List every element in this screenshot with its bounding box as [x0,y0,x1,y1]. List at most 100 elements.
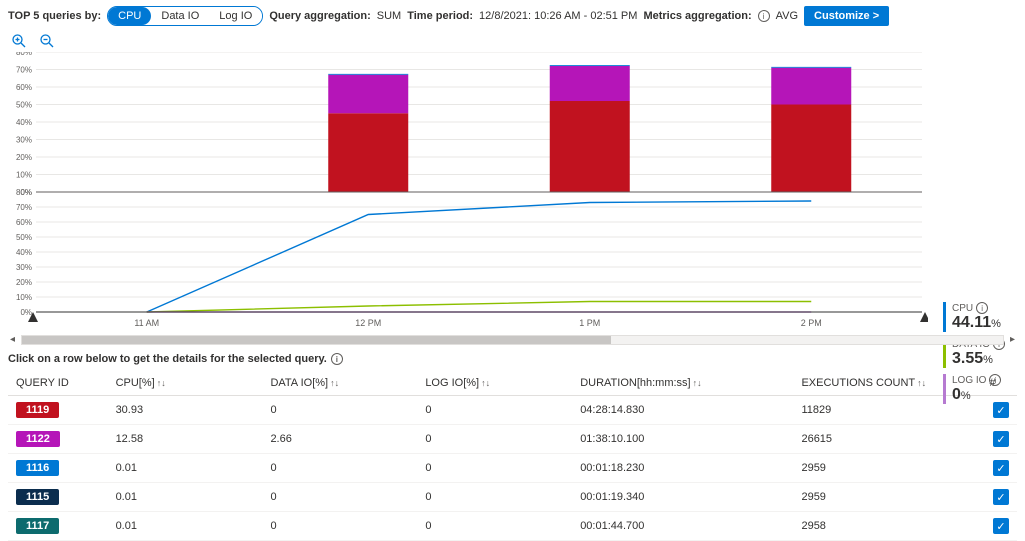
table-header-row: QUERY ID CPU[%]↑↓ DATA IO[%]↑↓ LOG IO[%]… [8,371,1017,396]
sort-icon: ↑↓ [481,378,490,388]
table-row[interactable]: 111930.930004:28:14.83011829✓ [8,396,1017,425]
cell-exec: 2959 [793,483,981,512]
top5-segmented-control: CPU Data IO Log IO [107,6,263,26]
cell-logio: 0 [417,512,572,541]
cell-duration: 00:01:44.700 [572,512,793,541]
info-icon[interactable]: i [976,302,988,314]
svg-text:80%: 80% [16,52,32,57]
row-checkbox[interactable]: ✓ [993,518,1009,534]
cell-dataio: 0 [262,512,417,541]
query-agg-label: Query aggregation: [269,10,370,22]
seg-logio[interactable]: Log IO [209,7,262,25]
seg-cpu[interactable]: CPU [108,7,151,25]
metrics-chart[interactable]: 0%10%20%30%40%50%60%70%80%0%10%20%30%40%… [8,52,928,332]
row-checkbox[interactable]: ✓ [993,431,1009,447]
zoom-in-icon[interactable] [10,32,28,50]
table-row[interactable]: 11170.010000:01:44.7002958✓ [8,512,1017,541]
scroll-track[interactable] [21,335,1004,345]
cell-cpu: 0.01 [108,454,263,483]
cell-duration: 00:01:18.230 [572,454,793,483]
svg-text:1 PM: 1 PM [579,318,600,328]
cell-cpu: 12.58 [108,425,263,454]
cell-exec: 2959 [793,454,981,483]
cell-dataio: 0 [262,396,417,425]
svg-text:0%: 0% [20,308,32,317]
svg-text:12 PM: 12 PM [355,318,381,328]
cell-duration: 04:28:14.830 [572,396,793,425]
header-cpu[interactable]: CPU[%]↑↓ [108,371,263,396]
chart-area: 0%10%20%30%40%50%60%70%80%0%10%20%30%40%… [8,52,1017,332]
sort-icon: ↑↓ [157,378,166,388]
cell-logio: 0 [417,454,572,483]
header-duration[interactable]: DURATION[hh:mm:ss]↑↓ [572,371,793,396]
svg-text:10%: 10% [16,171,32,180]
cell-logio: 0 [417,483,572,512]
cell-duration: 00:01:19.340 [572,483,793,512]
svg-text:30%: 30% [16,136,32,145]
query-id-badge: 1115 [16,489,59,505]
info-icon[interactable]: i [331,353,343,365]
svg-text:60%: 60% [16,218,32,227]
svg-text:60%: 60% [16,83,32,92]
svg-text:20%: 20% [16,153,32,162]
cell-cpu: 0.01 [108,483,263,512]
metrics-agg-value: AVG [776,10,798,22]
cell-duration: 01:38:10.100 [572,425,793,454]
svg-text:11 AM: 11 AM [134,318,159,328]
customize-button[interactable]: Customize > [804,6,889,26]
row-checkbox[interactable]: ✓ [993,489,1009,505]
filter-toolbar: TOP 5 queries by: CPU Data IO Log IO Que… [0,0,1025,28]
table-row[interactable]: 11160.010000:01:18.2302959✓ [8,454,1017,483]
time-period-value: 12/8/2021: 10:26 AM - 02:51 PM [479,10,637,22]
svg-text:80%: 80% [16,188,32,197]
metrics-agg-label: Metrics aggregation: [643,10,751,22]
svg-text:50%: 50% [16,233,32,242]
scroll-left-icon[interactable]: ◂ [8,334,17,345]
cell-logio: 0 [417,425,572,454]
top5-label: TOP 5 queries by: [8,10,101,22]
query-agg-value: SUM [377,10,401,22]
header-logio[interactable]: LOG IO[%]↑↓ [417,371,572,396]
info-icon[interactable]: i [989,374,1001,386]
svg-text:40%: 40% [16,248,32,257]
legend-cpu: CPUi 44.11% [943,302,1023,332]
header-dataio[interactable]: DATA IO[%]↑↓ [262,371,417,396]
time-period-label: Time period: [407,10,473,22]
table-row[interactable]: 11150.010000:01:19.3402959✓ [8,483,1017,512]
scroll-thumb[interactable] [22,336,611,344]
seg-dataio[interactable]: Data IO [151,7,209,25]
svg-text:40%: 40% [16,118,32,127]
query-id-badge: 1122 [16,431,60,447]
sort-icon: ↑↓ [330,378,339,388]
svg-text:2 PM: 2 PM [801,318,822,328]
cell-exec: 26615 [793,425,981,454]
chart-legend: CPUi 44.11% DATA IOi 3.55% LOG IOi 0% [943,302,1023,410]
query-id-badge: 1119 [16,402,59,418]
info-icon[interactable]: i [758,10,770,22]
legend-logio: LOG IOi 0% [943,374,1023,404]
svg-text:50%: 50% [16,101,32,110]
header-query-id[interactable]: QUERY ID [8,371,108,396]
cell-dataio: 2.66 [262,425,417,454]
cell-cpu: 0.01 [108,512,263,541]
cell-exec: 2958 [793,512,981,541]
svg-text:20%: 20% [16,278,32,287]
cell-dataio: 0 [262,454,417,483]
sort-icon: ↑↓ [917,378,926,388]
svg-text:70%: 70% [16,203,32,212]
row-checkbox[interactable]: ✓ [993,460,1009,476]
query-id-badge: 1116 [16,460,59,476]
svg-text:70%: 70% [16,66,32,75]
table-row[interactable]: 1122 12.582.66001:38:10.10026615 ✓ [8,425,1017,454]
cell-logio: 0 [417,396,572,425]
cell-dataio: 0 [262,483,417,512]
cell-cpu: 30.93 [108,396,263,425]
query-table: QUERY ID CPU[%]↑↓ DATA IO[%]↑↓ LOG IO[%]… [8,371,1017,541]
zoom-out-icon[interactable] [38,32,56,50]
query-id-badge: 1117 [16,518,59,534]
sort-icon: ↑↓ [693,378,702,388]
table-instruction: Click on a row below to get the details … [0,349,1025,371]
svg-text:30%: 30% [16,263,32,272]
svg-text:10%: 10% [16,293,32,302]
horizontal-scrollbar[interactable]: ◂ ▸ [8,334,1017,345]
